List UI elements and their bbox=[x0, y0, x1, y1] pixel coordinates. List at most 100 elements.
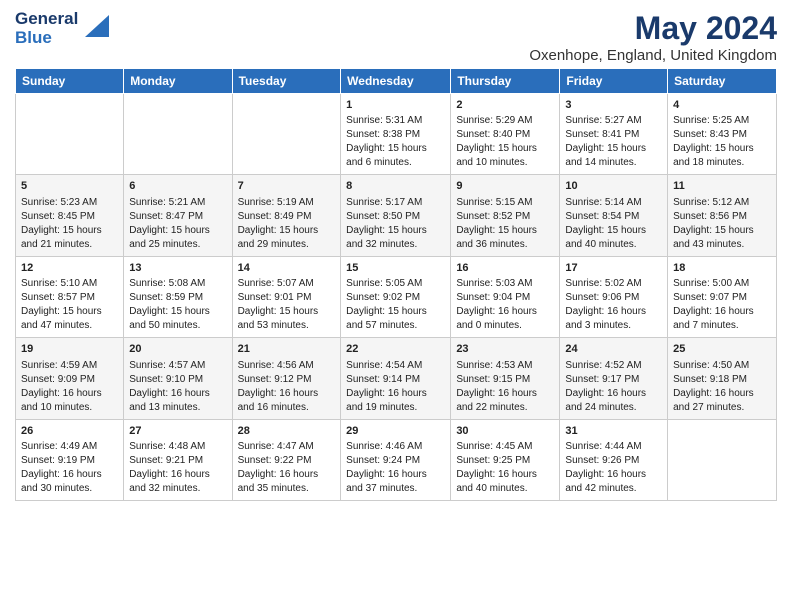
main-title: May 2024 bbox=[529, 10, 777, 47]
day-number: 29 bbox=[346, 424, 445, 439]
calendar-cell: 8 Sunrise: 5:17 AMSunset: 8:50 PMDaylight… bbox=[341, 175, 451, 256]
day-info: Sunrise: 5:07 AMSunset: 9:01 PMDaylight:… bbox=[238, 277, 336, 333]
day-info: Sunrise: 5:10 AMSunset: 8:57 PMDaylight:… bbox=[21, 277, 118, 333]
day-number: 31 bbox=[565, 424, 662, 439]
day-number: 7 bbox=[238, 179, 336, 194]
weekday-header-saturday: Saturday bbox=[668, 69, 777, 94]
day-info: Sunrise: 5:29 AMSunset: 8:40 PMDaylight:… bbox=[456, 114, 554, 170]
day-number: 17 bbox=[565, 261, 662, 276]
day-number: 27 bbox=[129, 424, 226, 439]
calendar-week-1: 1Sunrise: 5:31 AMSunset: 8:38 PMDaylight… bbox=[16, 94, 777, 175]
weekday-header-tuesday: Tuesday bbox=[232, 69, 341, 94]
weekday-header-wednesday: Wednesday bbox=[341, 69, 451, 94]
calendar-body: 1Sunrise: 5:31 AMSunset: 8:38 PMDaylight… bbox=[16, 94, 777, 501]
day-number: 22 bbox=[346, 342, 445, 357]
day-number: 3 bbox=[565, 98, 662, 113]
weekday-header-friday: Friday bbox=[560, 69, 668, 94]
day-info: Sunrise: 5:15 AMSunset: 8:52 PMDaylight:… bbox=[456, 196, 554, 252]
day-number: 25 bbox=[673, 342, 771, 357]
calendar-cell: 7Sunrise: 5:19 AMSunset: 8:49 PMDaylight… bbox=[232, 175, 341, 256]
calendar-cell: 26Sunrise: 4:49 AMSunset: 9:19 PMDayligh… bbox=[16, 419, 124, 500]
calendar-cell bbox=[124, 94, 232, 175]
day-info: Sunrise: 5:02 AMSunset: 9:06 PMDaylight:… bbox=[565, 277, 662, 333]
calendar-cell: 14Sunrise: 5:07 AMSunset: 9:01 PMDayligh… bbox=[232, 256, 341, 337]
weekday-header-row: SundayMondayTuesdayWednesdayThursdayFrid… bbox=[16, 69, 777, 94]
logo-triangle-icon bbox=[81, 13, 109, 41]
logo-text-block: General Blue bbox=[15, 10, 109, 47]
day-info: Sunrise: 4:47 AMSunset: 9:22 PMDaylight:… bbox=[238, 440, 336, 496]
day-info: Sunrise: 5:25 AMSunset: 8:43 PMDaylight:… bbox=[673, 114, 771, 170]
title-block: May 2024 Oxenhope, England, United Kingd… bbox=[529, 10, 777, 64]
day-number: 4 bbox=[673, 98, 771, 113]
day-info: Sunrise: 4:54 AMSunset: 9:14 PMDaylight:… bbox=[346, 359, 445, 415]
calendar-cell: 22 Sunrise: 4:54 AMSunset: 9:14 PMDayligh… bbox=[341, 338, 451, 419]
weekday-header-monday: Monday bbox=[124, 69, 232, 94]
calendar-cell: 23Sunrise: 4:53 AMSunset: 9:15 PMDayligh… bbox=[451, 338, 560, 419]
day-info: Sunrise: 4:57 AMSunset: 9:10 PMDaylight:… bbox=[129, 359, 226, 415]
calendar-cell: 6 Sunrise: 5:21 AMSunset: 8:47 PMDaylight… bbox=[124, 175, 232, 256]
day-number: 19 bbox=[21, 342, 118, 357]
day-info: Sunrise: 5:03 AMSunset: 9:04 PMDaylight:… bbox=[456, 277, 554, 333]
day-info: Sunrise: 5:21 AMSunset: 8:47 PMDaylight:… bbox=[129, 196, 226, 252]
calendar-cell: 21 Sunrise: 4:56 AMSunset: 9:12 PMDayligh… bbox=[232, 338, 341, 419]
calendar-week-2: 5Sunrise: 5:23 AMSunset: 8:45 PMDaylight… bbox=[16, 175, 777, 256]
day-number: 15 bbox=[346, 261, 445, 276]
day-info: Sunrise: 5:17 AMSunset: 8:50 PMDaylight:… bbox=[346, 196, 445, 252]
calendar-table: SundayMondayTuesdayWednesdayThursdayFrid… bbox=[15, 68, 777, 501]
day-info: Sunrise: 4:53 AMSunset: 9:15 PMDaylight:… bbox=[456, 359, 554, 415]
calendar-cell bbox=[16, 94, 124, 175]
logo-line1: General bbox=[15, 10, 78, 29]
calendar-week-3: 12Sunrise: 5:10 AMSunset: 8:57 PMDayligh… bbox=[16, 256, 777, 337]
calendar-cell: 1Sunrise: 5:31 AMSunset: 8:38 PMDaylight… bbox=[341, 94, 451, 175]
day-number: 1 bbox=[346, 98, 445, 113]
day-number: 21 bbox=[238, 342, 336, 357]
calendar-cell: 13Sunrise: 5:08 AMSunset: 8:59 PMDayligh… bbox=[124, 256, 232, 337]
day-number: 16 bbox=[456, 261, 554, 276]
day-info: Sunrise: 4:49 AMSunset: 9:19 PMDaylight:… bbox=[21, 440, 118, 496]
day-info: Sunrise: 5:08 AMSunset: 8:59 PMDaylight:… bbox=[129, 277, 226, 333]
calendar-cell: 31Sunrise: 4:44 AMSunset: 9:26 PMDayligh… bbox=[560, 419, 668, 500]
day-info: Sunrise: 4:56 AMSunset: 9:12 PMDaylight:… bbox=[238, 359, 336, 415]
header: General Blue May 2024 Oxenhope, England,… bbox=[15, 10, 777, 64]
day-number: 8 bbox=[346, 179, 445, 194]
day-info: Sunrise: 4:59 AMSunset: 9:09 PMDaylight:… bbox=[21, 359, 118, 415]
calendar-cell: 16Sunrise: 5:03 AMSunset: 9:04 PMDayligh… bbox=[451, 256, 560, 337]
day-info: Sunrise: 4:48 AMSunset: 9:21 PMDaylight:… bbox=[129, 440, 226, 496]
day-info: Sunrise: 5:27 AMSunset: 8:41 PMDaylight:… bbox=[565, 114, 662, 170]
day-info: Sunrise: 4:52 AMSunset: 9:17 PMDaylight:… bbox=[565, 359, 662, 415]
weekday-header-sunday: Sunday bbox=[16, 69, 124, 94]
day-number: 18 bbox=[673, 261, 771, 276]
calendar-cell: 17Sunrise: 5:02 AMSunset: 9:06 PMDayligh… bbox=[560, 256, 668, 337]
day-number: 14 bbox=[238, 261, 336, 276]
day-info: Sunrise: 4:44 AMSunset: 9:26 PMDaylight:… bbox=[565, 440, 662, 496]
calendar-cell: 27Sunrise: 4:48 AMSunset: 9:21 PMDayligh… bbox=[124, 419, 232, 500]
calendar-cell: 15Sunrise: 5:05 AMSunset: 9:02 PMDayligh… bbox=[341, 256, 451, 337]
day-number: 28 bbox=[238, 424, 336, 439]
day-number: 9 bbox=[456, 179, 554, 194]
calendar-cell: 29Sunrise: 4:46 AMSunset: 9:24 PMDayligh… bbox=[341, 419, 451, 500]
calendar-cell: 5Sunrise: 5:23 AMSunset: 8:45 PMDaylight… bbox=[16, 175, 124, 256]
day-number: 20 bbox=[129, 342, 226, 357]
calendar-header: SundayMondayTuesdayWednesdayThursdayFrid… bbox=[16, 69, 777, 94]
calendar-cell: 30Sunrise: 4:45 AMSunset: 9:25 PMDayligh… bbox=[451, 419, 560, 500]
calendar-cell: 24Sunrise: 4:52 AMSunset: 9:17 PMDayligh… bbox=[560, 338, 668, 419]
day-number: 2 bbox=[456, 98, 554, 113]
day-info: Sunrise: 4:46 AMSunset: 9:24 PMDaylight:… bbox=[346, 440, 445, 496]
day-info: Sunrise: 4:45 AMSunset: 9:25 PMDaylight:… bbox=[456, 440, 554, 496]
logo: General Blue bbox=[15, 10, 109, 47]
day-number: 6 bbox=[129, 179, 226, 194]
day-number: 10 bbox=[565, 179, 662, 194]
day-info: Sunrise: 5:14 AMSunset: 8:54 PMDaylight:… bbox=[565, 196, 662, 252]
calendar-week-4: 19 Sunrise: 4:59 AMSunset: 9:09 PMDayligh… bbox=[16, 338, 777, 419]
day-info: Sunrise: 4:50 AMSunset: 9:18 PMDaylight:… bbox=[673, 359, 771, 415]
calendar-cell: 25 Sunrise: 4:50 AMSunset: 9:18 PMDayligh… bbox=[668, 338, 777, 419]
calendar-cell: 11Sunrise: 5:12 AMSunset: 8:56 PMDayligh… bbox=[668, 175, 777, 256]
calendar-cell: 28Sunrise: 4:47 AMSunset: 9:22 PMDayligh… bbox=[232, 419, 341, 500]
weekday-header-thursday: Thursday bbox=[451, 69, 560, 94]
day-number: 11 bbox=[673, 179, 771, 194]
day-number: 5 bbox=[21, 179, 118, 194]
calendar-cell: 19 Sunrise: 4:59 AMSunset: 9:09 PMDayligh… bbox=[16, 338, 124, 419]
day-info: Sunrise: 5:00 AMSunset: 9:07 PMDaylight:… bbox=[673, 277, 771, 333]
calendar-cell: 2Sunrise: 5:29 AMSunset: 8:40 PMDaylight… bbox=[451, 94, 560, 175]
day-number: 26 bbox=[21, 424, 118, 439]
